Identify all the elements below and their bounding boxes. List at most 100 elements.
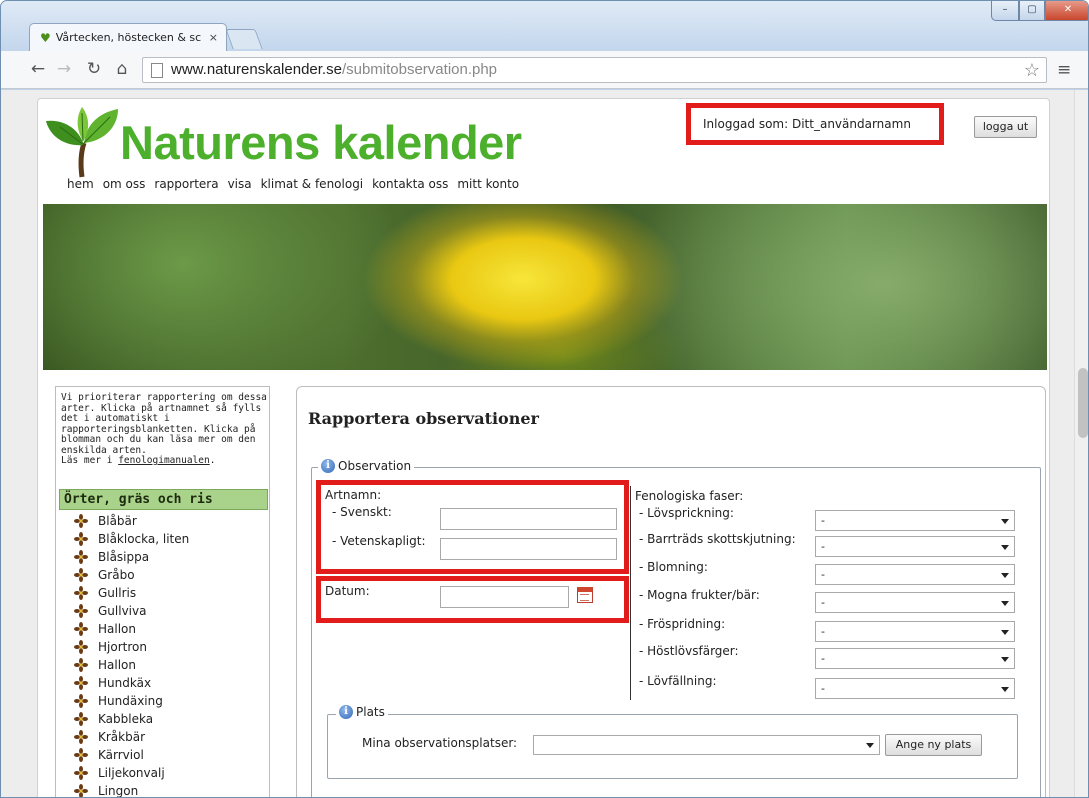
nav-mitt-konto[interactable]: mitt konto [457,177,519,191]
species-name[interactable]: Kärrviol [98,746,144,764]
species-name[interactable]: Gråbo [98,566,135,584]
browser-tab[interactable]: ♥ Vårtecken, höstecken & sc × [29,23,227,51]
reload-icon[interactable]: ↻ [83,59,105,79]
species-name[interactable]: Lingon [98,782,138,797]
tab-close-icon[interactable]: × [201,31,226,44]
nav-visa[interactable]: visa [228,177,252,191]
page-icon [151,63,163,78]
close-button[interactable]: ✕ [1045,1,1088,21]
maximize-button[interactable]: ▢ [1019,1,1045,21]
phase-select-value: - [821,596,825,609]
species-item[interactable]: Hundkäx [62,674,267,692]
vetenskapligt-input[interactable] [440,538,617,560]
nav-kontakta-oss[interactable]: kontakta oss [372,177,448,191]
flower-icon[interactable] [74,730,88,744]
species-item[interactable]: Hjortron [62,638,267,656]
species-name[interactable]: Kråkbär [98,728,145,746]
species-name[interactable]: Gullris [98,584,136,602]
mina-platser-select[interactable] [533,735,880,755]
flower-icon[interactable] [74,604,88,618]
flower-icon[interactable] [74,748,88,762]
flower-icon[interactable] [74,694,88,708]
species-name[interactable]: Gullviva [98,602,146,620]
bookmark-star-icon[interactable]: ☆ [1024,58,1040,82]
flower-icon[interactable] [74,658,88,672]
species-item[interactable]: Kråkbär [62,728,267,746]
phases-title: Fenologiska faser: [635,489,744,503]
leaf-favicon-icon: ♥ [40,30,51,45]
svenskt-input[interactable] [440,508,617,530]
phase-select[interactable]: - [815,510,1015,531]
minimize-button[interactable]: – [991,1,1019,21]
flower-icon[interactable] [74,784,88,798]
plats-info-icon[interactable]: i [339,705,353,719]
species-item[interactable]: Hundäxing [62,692,267,710]
species-item[interactable]: Blåsippa [62,548,267,566]
species-item[interactable]: Blåbär [62,512,267,530]
species-item[interactable]: Gullris [62,584,267,602]
phase-select[interactable]: - [815,564,1015,585]
nav-klimat-fenologi[interactable]: klimat & fenologi [261,177,364,191]
species-item[interactable]: Kärrviol [62,746,267,764]
species-item[interactable]: Hallon [62,656,267,674]
calendar-icon[interactable] [577,587,593,603]
species-item[interactable]: Lingon [62,782,267,798]
chevron-down-icon [1001,519,1009,524]
flower-icon[interactable] [74,676,88,690]
phase-select[interactable]: - [815,536,1015,557]
category-header[interactable]: Örter, gräs och ris [59,489,268,510]
logout-button[interactable]: logga ut [974,116,1037,138]
plats-fieldset: i Plats Mina observationsplatser: Ange n… [327,705,1018,779]
new-tab-button[interactable] [225,29,263,49]
species-name[interactable]: Blåbär [98,512,137,530]
flower-icon[interactable] [74,532,88,546]
species-name[interactable]: Blåsippa [98,548,149,566]
forward-arrow-icon[interactable]: → [53,59,75,79]
species-name[interactable]: Kabbleka [98,710,153,728]
species-item[interactable]: Liljekonvalj [62,764,267,782]
species-item[interactable]: Gråbo [62,566,267,584]
phase-select[interactable]: - [815,621,1015,642]
flower-icon[interactable] [74,766,88,780]
report-form-panel: Rapportera observationer i Observation A… [296,386,1046,797]
home-icon[interactable]: ⌂ [111,59,133,79]
datum-input[interactable] [440,586,569,608]
vertical-scrollbar[interactable] [1074,90,1088,797]
nav-hem[interactable]: hem [67,177,94,191]
phase-label: - Lövfällning: [639,674,717,688]
flower-icon[interactable] [74,514,88,528]
phase-select[interactable]: - [815,592,1015,613]
species-name[interactable]: Hallon [98,656,136,674]
flower-icon[interactable] [74,586,88,600]
flower-icon[interactable] [74,640,88,654]
species-name[interactable]: Blåklocka, liten [98,530,189,548]
phase-select[interactable]: - [815,648,1015,669]
species-name[interactable]: Liljekonvalj [98,764,165,782]
flower-icon[interactable] [74,550,88,564]
species-name[interactable]: Hundäxing [98,692,163,710]
flower-icon[interactable] [74,712,88,726]
species-item[interactable]: Gullviva [62,602,267,620]
plats-legend-label: Plats [356,705,385,719]
species-item[interactable]: Blåklocka, liten [62,530,267,548]
observation-legend: i Observation [318,459,415,473]
menu-icon[interactable]: ≡ [1057,60,1071,80]
species-item[interactable]: Kabbleka [62,710,267,728]
browser-toolbar: ← → ↻ ⌂ www.naturenskalender.se/submitob… [1,51,1088,89]
manual-link[interactable]: fenologimanualen [118,455,210,466]
nav-om-oss[interactable]: om oss [103,177,146,191]
species-name[interactable]: Hallon [98,620,136,638]
phase-select-value: - [821,652,825,665]
back-arrow-icon[interactable]: ← [27,59,49,79]
info-icon[interactable]: i [321,459,335,473]
flower-icon[interactable] [74,568,88,582]
species-item[interactable]: Hallon [62,620,267,638]
species-name[interactable]: Hundkäx [98,674,151,692]
nav-rapportera[interactable]: rapportera [154,177,218,191]
ange-ny-plats-button[interactable]: Ange ny plats [885,734,982,756]
scrollbar-thumb[interactable] [1078,368,1088,438]
address-bar[interactable]: www.naturenskalender.se/submitobservatio… [142,57,1047,83]
phase-select[interactable]: - [815,678,1015,699]
species-name[interactable]: Hjortron [98,638,147,656]
flower-icon[interactable] [74,622,88,636]
